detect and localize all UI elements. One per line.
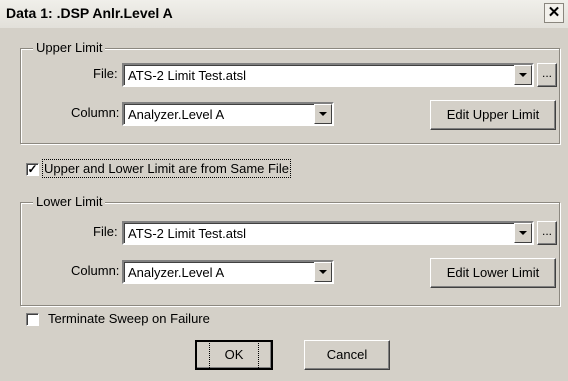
ok-button-label: OK [208,340,260,370]
same-file-label: Upper and Lower Limit are from Same File [42,159,291,178]
close-button[interactable]: ✕ [544,3,564,23]
terminate-checkbox-row[interactable]: Terminate Sweep on Failure [22,310,262,328]
same-file-checkbox[interactable]: ✓ [26,163,39,176]
chevron-down-icon[interactable] [514,65,532,85]
lower-limit-group: Lower Limit File: ATS-2 Limit Test.atsl … [20,194,560,306]
upper-file-value: ATS-2 Limit Test.atsl [128,68,246,83]
chevron-down-icon[interactable] [314,104,332,124]
edit-upper-limit-button[interactable]: Edit Upper Limit [430,100,556,130]
lower-browse-label: ... [541,224,552,238]
lower-column-label: Column: [71,263,120,278]
terminate-checkbox[interactable] [26,313,39,326]
chevron-down-icon[interactable] [514,223,532,243]
upper-limit-group: Upper Limit File: ATS-2 Limit Test.atsl … [20,40,560,144]
dialog-body: Upper Limit File: ATS-2 Limit Test.atsl … [0,28,568,381]
upper-file-dropdown[interactable]: ATS-2 Limit Test.atsl [122,63,534,87]
edit-lower-limit-label: Edit Lower Limit [446,265,540,280]
upper-file-label: File: [93,66,118,81]
lower-file-label: File: [93,224,118,239]
lower-browse-button[interactable]: ... [537,221,557,245]
cancel-button[interactable]: Cancel [304,340,390,370]
upper-column-value: Analyzer.Level A [128,107,225,122]
edit-upper-limit-label: Edit Upper Limit [446,107,540,122]
upper-browse-button[interactable]: ... [537,63,557,87]
lower-column-value: Analyzer.Level A [128,265,225,280]
lower-file-value: ATS-2 Limit Test.atsl [128,226,246,241]
close-icon: ✕ [547,4,561,21]
window-title: Data 1: .DSP Anlr.Level A [6,5,173,21]
terminate-label: Terminate Sweep on Failure [48,311,210,326]
lower-file-dropdown[interactable]: ATS-2 Limit Test.atsl [122,221,534,245]
lower-column-dropdown[interactable]: Analyzer.Level A [122,260,334,284]
edit-lower-limit-button[interactable]: Edit Lower Limit [430,258,556,288]
upper-limit-group-label: Upper Limit [33,40,106,55]
ok-button[interactable]: OK [195,340,273,370]
lower-limit-group-label: Lower Limit [33,194,106,209]
upper-column-dropdown[interactable]: Analyzer.Level A [122,102,334,126]
chevron-down-icon[interactable] [314,262,332,282]
title-bar[interactable]: Data 1: .DSP Anlr.Level A ✕ [0,0,568,29]
upper-column-label: Column: [71,105,120,120]
cancel-button-label: Cancel [326,347,368,362]
upper-browse-label: ... [541,66,552,80]
same-file-checkbox-row[interactable]: ✓ Upper and Lower Limit are from Same Fi… [22,159,352,178]
